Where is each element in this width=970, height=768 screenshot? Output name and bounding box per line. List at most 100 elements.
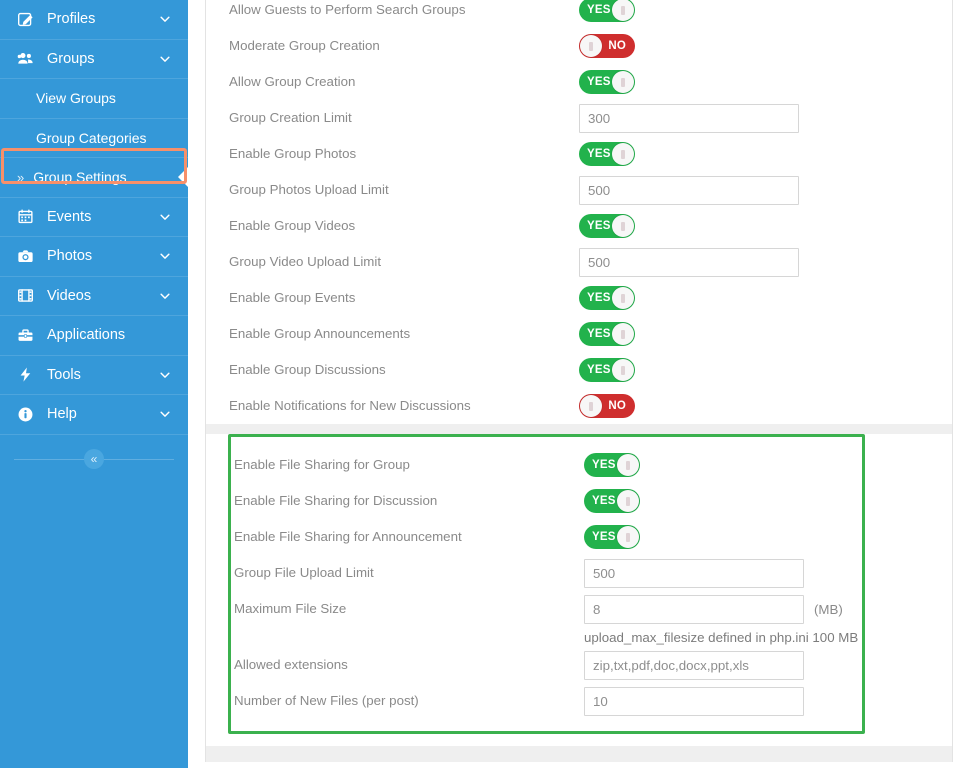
setting-text-input[interactable]: [579, 247, 799, 277]
toggle-switch[interactable]: YES: [579, 0, 635, 22]
main-content: Allow Guests to Perform Search Groups YES…: [188, 0, 970, 768]
toggle-label: YES: [587, 4, 611, 16]
sidebar-item-label: Profiles: [47, 11, 96, 28]
sidebar-item-videos[interactable]: Videos: [0, 276, 188, 316]
setting-label: Enable File Sharing for Announcement: [234, 528, 462, 544]
setting-text-input[interactable]: [584, 594, 804, 624]
setting-text-input[interactable]: [584, 650, 804, 680]
toggle-switch[interactable]: YES: [579, 358, 635, 382]
chevron-down-icon[interactable]: [158, 52, 172, 66]
setting-label: Enable Group Photos: [229, 145, 357, 161]
groups-icon: [14, 50, 36, 67]
setting-control: [579, 175, 952, 205]
toggle-switch[interactable]: NO: [579, 34, 635, 58]
bolt-icon: [14, 366, 36, 383]
setting-control: YES: [579, 214, 952, 238]
chevron-down-icon[interactable]: [158, 249, 172, 263]
chevron-down-icon[interactable]: [158, 210, 172, 224]
sidebar-item-events[interactable]: Events: [0, 197, 188, 237]
setting-text-input[interactable]: [579, 103, 799, 133]
setting-control: YES: [584, 525, 862, 549]
setting-label: Allowed extensions: [234, 656, 348, 672]
setting-label: Enable Group Announcements: [229, 325, 411, 341]
toggle-knob-icon: [612, 359, 634, 381]
toggle-switch[interactable]: YES: [579, 286, 635, 310]
unit-label: (MB): [814, 601, 843, 617]
setting-label: Maximum File Size: [234, 600, 347, 616]
setting-control: YES: [579, 0, 952, 22]
sidebar-item-view-groups[interactable]: View Groups: [0, 79, 188, 119]
sidebar-item-label: Tools: [47, 366, 81, 383]
setting-label: Group Video Upload Limit: [229, 253, 382, 269]
setting-row: Enable File Sharing for Group YES: [231, 447, 862, 483]
sidebar-item-list: Profiles Groups View Groups Group Categorie…: [0, 0, 188, 435]
sidebar-navigation: Profiles Groups View Groups Group Categorie…: [0, 0, 188, 768]
sidebar-item-label: Events: [47, 208, 92, 225]
setting-row: Allow Group Creation YES: [206, 64, 952, 100]
toggle-label: YES: [587, 364, 611, 376]
setting-hint-text: upload_max_filesize defined in php.ini 1…: [584, 630, 859, 645]
sidebar-item-help[interactable]: Help: [0, 395, 188, 435]
toggle-switch[interactable]: YES: [579, 70, 635, 94]
sidebar-item-group-settings[interactable]: » Group Settings: [0, 158, 188, 198]
toggle-switch[interactable]: YES: [584, 525, 640, 549]
toggle-label: YES: [587, 76, 611, 88]
settings-panel: Allow Guests to Perform Search Groups YES…: [205, 0, 953, 762]
sidebar-item-groups[interactable]: Groups: [0, 39, 188, 79]
chevron-down-icon[interactable]: [158, 12, 172, 26]
toggle-label: YES: [587, 220, 611, 232]
toggle-knob-icon: [612, 0, 634, 21]
setting-label: Enable Group Discussions: [229, 361, 386, 377]
setting-label: Allow Group Creation: [229, 73, 356, 89]
sidebar-item-label: Group Categories: [36, 129, 147, 146]
setting-control: NO: [579, 34, 952, 58]
setting-label: Enable File Sharing for Group: [234, 456, 410, 472]
setting-text-input[interactable]: [584, 686, 804, 716]
toggle-label: NO: [608, 40, 626, 52]
toggle-switch[interactable]: YES: [584, 453, 640, 477]
toggle-switch[interactable]: NO: [579, 394, 635, 418]
setting-text-input[interactable]: [579, 175, 799, 205]
chevron-down-icon[interactable]: [158, 368, 172, 382]
sidebar-item-label: Videos: [47, 287, 92, 304]
setting-label: Group Photos Upload Limit: [229, 181, 389, 197]
sidebar-collapse-row: «: [0, 435, 188, 483]
admin-settings-page: Profiles Groups View Groups Group Categorie…: [0, 0, 970, 768]
setting-control: NO: [579, 394, 952, 418]
setting-row: Group Photos Upload Limit: [206, 172, 952, 208]
toggle-knob-icon: [612, 215, 634, 237]
setting-text-input[interactable]: [584, 558, 804, 588]
sidebar-item-applications[interactable]: Applications: [0, 316, 188, 356]
toggle-knob-icon: [580, 35, 602, 57]
toggle-label: YES: [587, 148, 611, 160]
setting-control: YES: [579, 286, 952, 310]
setting-row: Enable Group Discussions YES: [206, 352, 952, 388]
toggle-knob-icon: [612, 143, 634, 165]
setting-control: [579, 103, 952, 133]
setting-control: [584, 686, 862, 716]
toggle-knob-icon: [612, 71, 634, 93]
setting-control: [584, 650, 862, 680]
toggle-switch[interactable]: YES: [579, 322, 635, 346]
setting-row: Enable Group Photos YES: [206, 136, 952, 172]
briefcase-icon: [14, 327, 36, 344]
setting-label: Moderate Group Creation: [229, 37, 380, 53]
setting-row: Enable File Sharing for Discussion YES: [231, 483, 862, 519]
sidebar-item-profiles[interactable]: Profiles: [0, 0, 188, 40]
setting-row: Group File Upload Limit: [231, 555, 862, 591]
toggle-switch[interactable]: YES: [579, 142, 635, 166]
toggle-switch[interactable]: YES: [579, 214, 635, 238]
sidebar-item-label: Photos: [47, 248, 93, 265]
chevron-down-icon[interactable]: [158, 289, 172, 303]
setting-label: Allow Guests to Perform Search Groups: [229, 1, 466, 17]
collapse-sidebar-button[interactable]: «: [84, 448, 104, 469]
setting-row: Maximum File Size (MB): [231, 591, 862, 627]
sidebar-item-group-categories[interactable]: Group Categories: [0, 118, 188, 158]
sidebar-item-tools[interactable]: Tools: [0, 355, 188, 395]
toggle-label: YES: [587, 292, 611, 304]
chevron-down-icon[interactable]: [158, 407, 172, 421]
setting-label: Group Creation Limit: [229, 109, 352, 125]
sidebar-item-photos[interactable]: Photos: [0, 237, 188, 277]
toggle-switch[interactable]: YES: [584, 489, 640, 513]
panel-footer-band: [206, 746, 952, 762]
